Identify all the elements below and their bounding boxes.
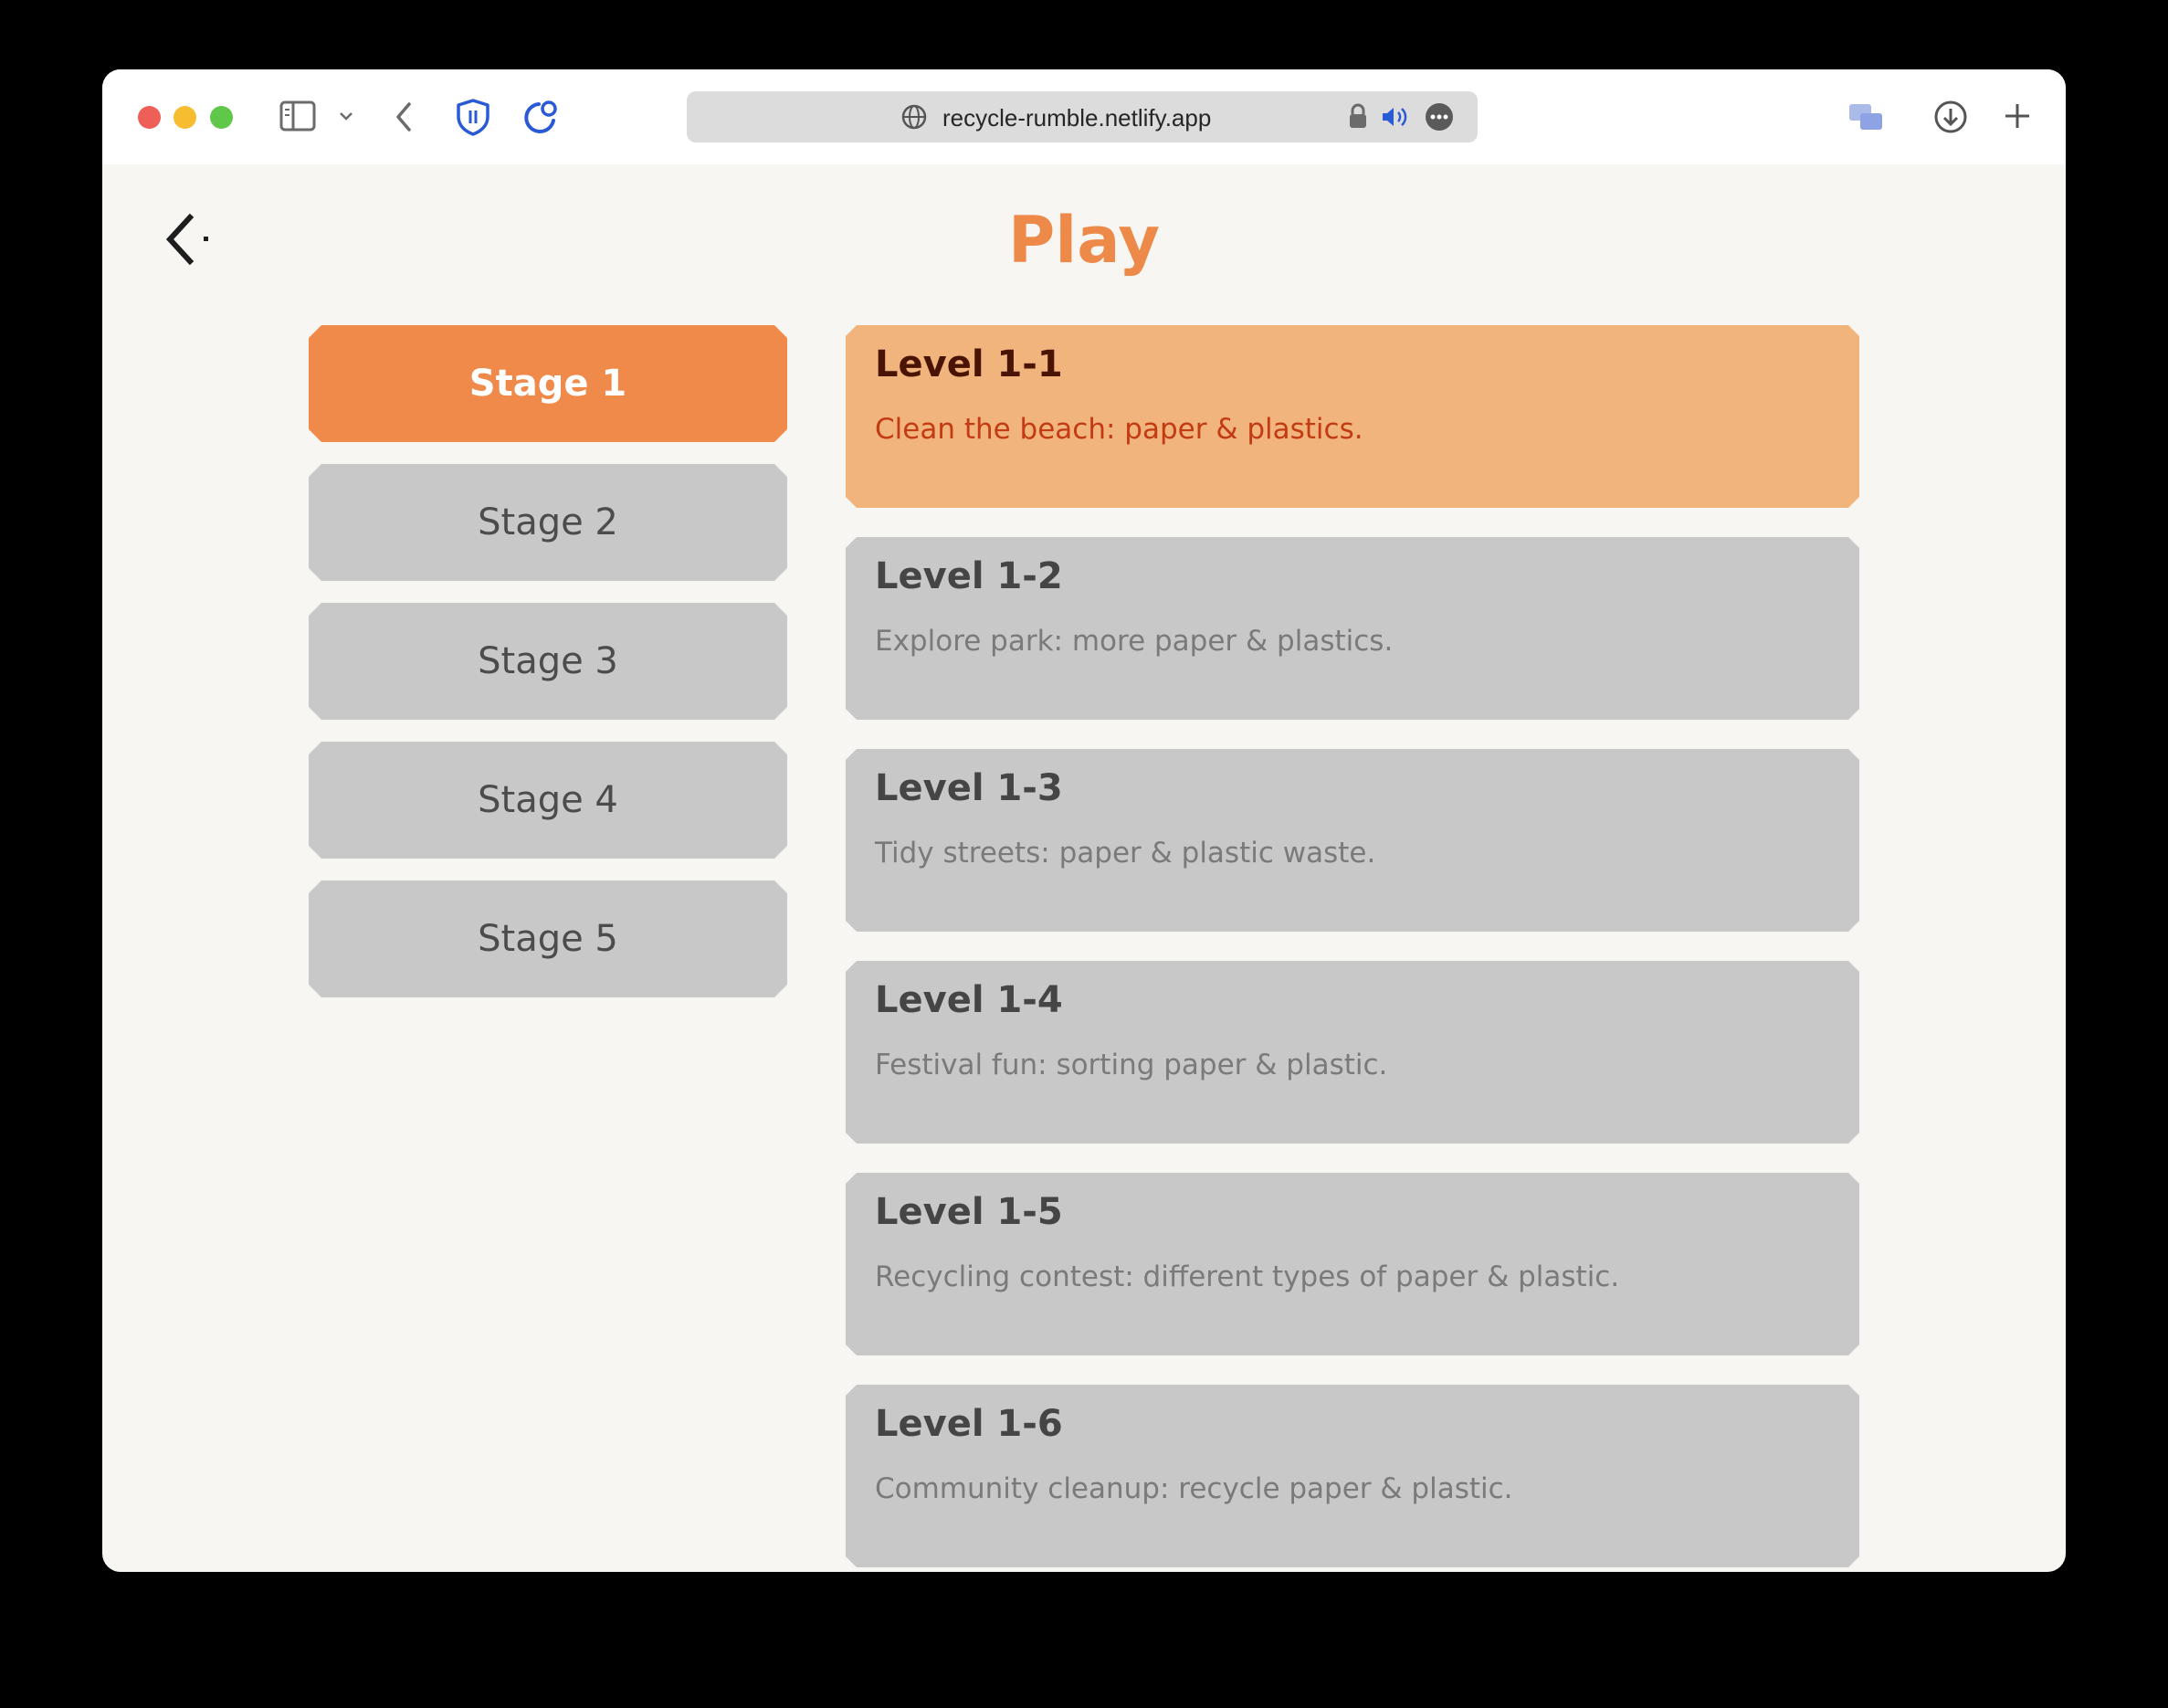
level-description: Tidy streets: paper & plastic waste.: [875, 837, 1376, 870]
browser-toolbar: recycle-rumble.netlify.app: [102, 69, 2066, 164]
stage-4-button[interactable]: Stage 4: [309, 742, 787, 859]
minimize-window-button[interactable]: [174, 106, 196, 129]
globe-icon: [901, 104, 927, 130]
browser-window: recycle-rumble.netlify.app Play Stage 1 …: [102, 69, 2066, 1572]
level-title: Level 1-3: [875, 767, 1063, 809]
zoom-window-button[interactable]: [210, 106, 233, 129]
download-icon[interactable]: [1932, 99, 1969, 135]
level-card-1-2[interactable]: Level 1-2 Explore park: more paper & pla…: [846, 537, 1859, 720]
level-title: Level 1-4: [875, 979, 1063, 1021]
level-description: Community cleanup: recycle paper & plast…: [875, 1472, 1513, 1505]
level-title: Level 1-6: [875, 1403, 1063, 1445]
stage-3-button[interactable]: Stage 3: [309, 603, 787, 720]
level-description: Recycling contest: different types of pa…: [875, 1260, 1620, 1293]
page-title: Play: [1007, 203, 1160, 278]
address-bar[interactable]: recycle-rumble.netlify.app: [687, 91, 1478, 142]
level-card-1-3[interactable]: Level 1-3 Tidy streets: paper & plastic …: [846, 749, 1859, 932]
extension-icon[interactable]: [521, 97, 561, 137]
stage-1-button[interactable]: Stage 1: [309, 325, 787, 442]
close-window-button[interactable]: [138, 106, 161, 129]
speaker-icon[interactable]: [1379, 102, 1410, 132]
plus-icon[interactable]: [2002, 100, 2033, 132]
back-navigation-icon[interactable]: [393, 99, 415, 135]
level-title: Level 1-2: [875, 555, 1063, 597]
stage-5-button[interactable]: Stage 5: [309, 880, 787, 997]
level-title: Level 1-5: [875, 1191, 1063, 1233]
url-text[interactable]: recycle-rumble.netlify.app: [942, 104, 1211, 132]
chevron-down-icon[interactable]: [338, 110, 354, 122]
lock-icon: [1350, 103, 1366, 128]
screen-share-icon[interactable]: [1847, 99, 1885, 133]
level-description: Clean the beach: paper & plastics.: [875, 413, 1363, 446]
more-icon[interactable]: [1425, 102, 1454, 132]
level-title: Level 1-1: [875, 343, 1063, 385]
level-description: Festival fun: sorting paper & plastic.: [875, 1049, 1388, 1081]
stage-2-button[interactable]: Stage 2: [309, 464, 787, 581]
shield-icon[interactable]: [453, 97, 493, 137]
game-content: Play Stage 1 Stage 2 Stage 3 Stage 4 Sta…: [102, 164, 2066, 1572]
level-card-1-5[interactable]: Level 1-5 Recycling contest: different t…: [846, 1173, 1859, 1355]
level-description: Explore park: more paper & plastics.: [875, 625, 1394, 658]
level-card-1-4[interactable]: Level 1-4 Festival fun: sorting paper & …: [846, 961, 1859, 1144]
level-card-1-1[interactable]: Level 1-1 Clean the beach: paper & plast…: [846, 325, 1859, 508]
level-card-1-6[interactable]: Level 1-6 Community cleanup: recycle pap…: [846, 1385, 1859, 1567]
sidebar-icon[interactable]: [279, 100, 316, 132]
